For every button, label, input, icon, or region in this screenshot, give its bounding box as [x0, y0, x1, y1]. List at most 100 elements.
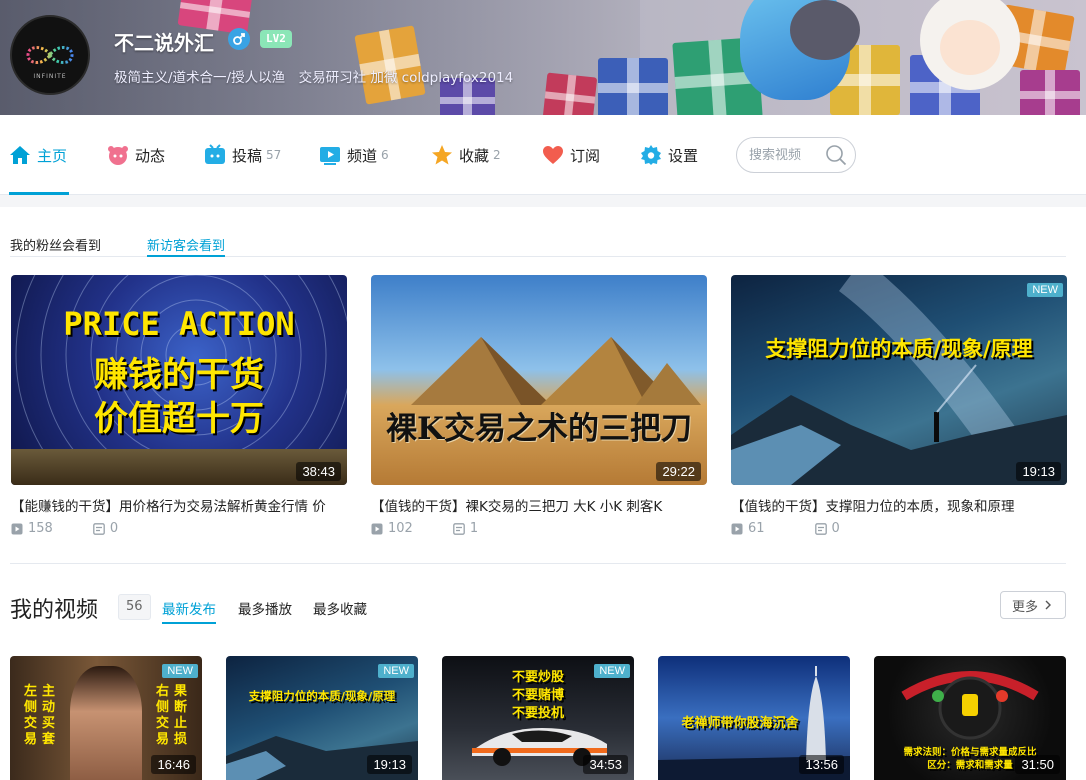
thumb-text-line: 赚钱的干货: [94, 355, 264, 395]
video-duration: 19:13: [367, 755, 412, 774]
video-thumbnail[interactable]: 支撑阻力位的本质/现象/原理 NEW 19:13: [731, 275, 1067, 485]
character-illustration: [790, 0, 860, 60]
tab-home[interactable]: 主页: [9, 115, 67, 195]
tab-favorites-label: 收藏: [459, 146, 490, 165]
tab-settings[interactable]: 设置: [640, 115, 698, 195]
tab-home-label: 主页: [37, 146, 68, 165]
tab-favorites[interactable]: 收藏 2: [431, 115, 501, 195]
my-video-thumbnail[interactable]: 支撑阻力位的本质/现象/原理 NEW 19:13: [226, 656, 418, 780]
tab-uploads[interactable]: 投稿 57: [204, 115, 281, 195]
thumb-text-line: 支撑阻力位的本质/现象/原理: [248, 689, 396, 703]
user-signature: 极简主义/道术合一/授人以渔 交易研习社 加微 coldplayfox2014: [114, 70, 514, 86]
comment-count-value: 0: [109, 521, 119, 536]
tab-settings-label: 设置: [668, 146, 699, 165]
new-badge: NEW: [1027, 283, 1063, 297]
thumb-text-line: 不要赌博: [511, 688, 564, 703]
gift-decoration: [354, 25, 426, 105]
video-search-box[interactable]: [736, 137, 856, 173]
dynamic-icon: [107, 144, 129, 166]
infinity-logo-icon: [26, 46, 74, 64]
profile-nav: 主页 动态 投稿 57 频道 6 收藏 2 订阅 设置 搜索视频: [0, 115, 1086, 195]
heart-icon: [542, 144, 564, 166]
featured-video-card[interactable]: PRICE ACTION 赚钱的干货 价值超十万 38:43 【能赚钱的干货】用…: [11, 275, 347, 545]
thumb-text-line: 支撑阻力位的本质/现象/原理: [765, 336, 1033, 361]
tab-dynamic[interactable]: 动态: [107, 115, 165, 195]
video-duration: 34:53: [583, 755, 628, 774]
video-title[interactable]: 【值钱的干货】支撑阻力位的本质，现象和原理: [731, 495, 1067, 515]
video-duration: 31:50: [1015, 755, 1060, 774]
avatar-caption: INFINITE: [33, 73, 67, 80]
my-video-thumbnail[interactable]: 左侧交易 主动买套 右侧交易 果断止损 NEW 16:46: [10, 656, 202, 780]
favorites-count: 2: [493, 148, 501, 162]
my-video-thumbnail[interactable]: 老禅师带你股海沉舍 13:56: [658, 656, 850, 780]
tab-most-favorited[interactable]: 最多收藏: [313, 598, 367, 624]
video-thumbnail[interactable]: 裸K交易之术的三把刀 29:22: [371, 275, 707, 485]
video-title[interactable]: 【能赚钱的干货】用价格行为交易法解析黄金行情 价: [11, 495, 347, 515]
tab-uploads-label: 投稿: [232, 146, 263, 165]
uploads-count: 57: [266, 148, 282, 162]
tab-subscriptions-label: 订阅: [570, 146, 601, 165]
video-meta: 102 1: [371, 521, 478, 536]
more-videos-button[interactable]: 更多: [1000, 591, 1066, 619]
tab-new-visitors-see[interactable]: 新访客会看到: [147, 235, 226, 257]
channels-count: 6: [381, 148, 389, 162]
thumb-side-text: 左侧交易: [24, 684, 38, 747]
search-icon[interactable]: [825, 144, 847, 170]
character-illustration: [940, 20, 1000, 75]
search-input[interactable]: [749, 146, 827, 164]
thumb-text-line: 裸K交易之术的三把刀: [386, 411, 692, 447]
video-duration: 16:46: [151, 755, 196, 774]
star-icon: [431, 144, 453, 166]
section-divider: [10, 563, 1066, 564]
video-thumbnail[interactable]: PRICE ACTION 赚钱的干货 价值超十万 38:43: [11, 275, 347, 485]
comment-count: 1: [452, 521, 479, 536]
tab-channels[interactable]: 频道 6: [319, 115, 389, 195]
play-icon: [371, 523, 383, 534]
tab-fans-see[interactable]: 我的粉丝会看到: [10, 235, 101, 257]
avatar[interactable]: INFINITE: [10, 15, 90, 95]
thumb-side-text: 右侧交易: [156, 684, 170, 747]
thumb-side-text: 果断止损: [174, 684, 188, 747]
comment-icon: [814, 522, 827, 535]
play-count: 61: [731, 521, 765, 536]
video-meta: 158 0: [11, 521, 118, 536]
milky-way-decoration: [731, 275, 1067, 485]
pyramids-decoration: [411, 337, 701, 405]
new-badge: NEW: [162, 664, 198, 678]
video-title[interactable]: 【值钱的干货】裸K交易的三把刀 大K 小K 刺客K: [371, 495, 707, 515]
play-count-value: 61: [748, 521, 765, 536]
video-duration: 29:22: [656, 462, 701, 481]
thumb-text-line: PRICE ACTION: [63, 305, 295, 343]
featured-tabs: 我的粉丝会看到 新访客会看到: [10, 235, 1066, 257]
my-video-thumbnail[interactable]: 不要炒股 不要赌博 不要投机 NEW 34:53: [442, 656, 634, 780]
tab-channels-label: 频道: [347, 146, 378, 165]
thumb-text-line: 价值超十万: [94, 399, 264, 439]
level-badge: LV2: [260, 30, 292, 48]
play-count: 158: [11, 521, 53, 536]
gift-decoration: [598, 58, 668, 115]
channel-icon: [319, 144, 341, 166]
featured-video-card[interactable]: 支撑阻力位的本质/现象/原理 NEW 19:13 【值钱的干货】支撑阻力位的本质…: [731, 275, 1067, 545]
tab-dynamic-label: 动态: [135, 146, 166, 165]
tab-subscriptions[interactable]: 订阅: [542, 115, 600, 195]
tab-latest[interactable]: 最新发布: [162, 598, 216, 624]
profile-banner: INFINITE 不二说外汇 LV2 极简主义/道术合一/授人以渔 交易研习社 …: [0, 0, 1086, 115]
comment-icon: [452, 522, 465, 535]
comment-count-value: 1: [469, 521, 479, 536]
home-icon: [9, 144, 31, 166]
thumb-text-line: 老禅师带你股海沉舍: [681, 716, 799, 731]
my-videos-count: 56: [118, 594, 151, 620]
video-meta: 61 0: [731, 521, 840, 536]
video-duration: 19:13: [1016, 462, 1061, 481]
play-count: 102: [371, 521, 413, 536]
more-label: 更多: [1011, 599, 1038, 615]
video-duration: 13:56: [799, 755, 844, 774]
tab-most-played[interactable]: 最多播放: [238, 598, 292, 624]
comment-count: 0: [92, 521, 119, 536]
comment-count-value: 0: [831, 521, 840, 536]
play-icon: [731, 523, 743, 534]
play-count-value: 158: [28, 521, 53, 536]
new-badge: NEW: [378, 664, 414, 678]
my-video-thumbnail[interactable]: 需求法则：价格与需求量成反比 区分：需求和需求量 31:50: [874, 656, 1066, 780]
featured-video-card[interactable]: 裸K交易之术的三把刀 29:22 【值钱的干货】裸K交易的三把刀 大K 小K 刺…: [371, 275, 707, 545]
